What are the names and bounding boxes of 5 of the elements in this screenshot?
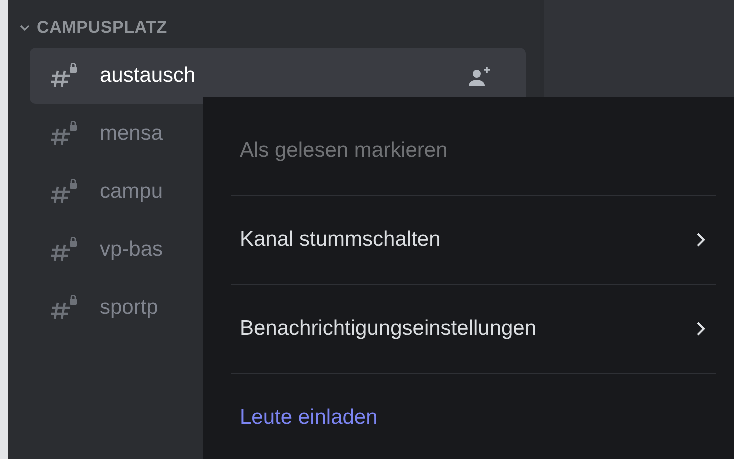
channel-name: austausch [100, 64, 196, 88]
channel-name: mensa [100, 122, 164, 146]
channel-name: vp-bas [100, 238, 164, 262]
channel-name: sportp [100, 296, 158, 320]
channel-name: campu [100, 180, 164, 204]
